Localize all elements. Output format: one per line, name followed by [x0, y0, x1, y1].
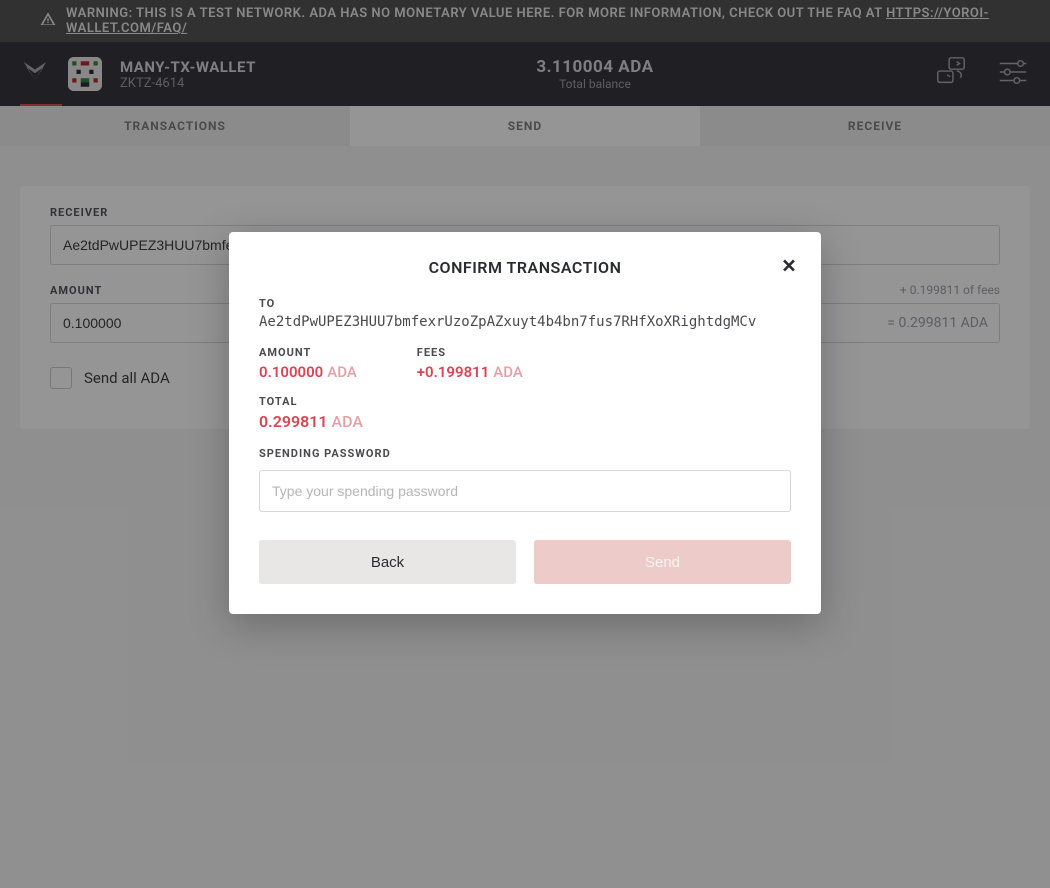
modal-total-label: TOTAL: [259, 395, 791, 408]
modal-amount-label: AMOUNT: [259, 346, 357, 359]
modal-amount-value: 0.100000ADA: [259, 363, 357, 381]
modal-title: CONFIRM TRANSACTION: [259, 258, 791, 277]
modal-fees-label: FEES: [417, 346, 523, 359]
confirm-transaction-modal: CONFIRM TRANSACTION × TO Ae2tdPwUPEZ3HUU…: [229, 232, 821, 614]
spending-password-label: SPENDING PASSWORD: [259, 447, 791, 460]
close-icon[interactable]: ×: [775, 252, 803, 280]
send-button[interactable]: Send: [534, 540, 791, 584]
back-button[interactable]: Back: [259, 540, 516, 584]
modal-to-label: TO: [259, 297, 791, 310]
spending-password-input[interactable]: [259, 470, 791, 512]
modal-total-value: 0.299811ADA: [259, 412, 791, 431]
modal-to-value: Ae2tdPwUPEZ3HUU7bmfexrUzoZpAZxuyt4b4bn7f…: [259, 314, 791, 330]
modal-fees-value: +0.199811ADA: [417, 363, 523, 381]
